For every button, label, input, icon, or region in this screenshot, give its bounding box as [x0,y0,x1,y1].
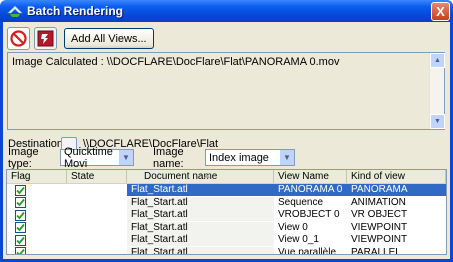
toolbar: Add All Views... [7,27,154,50]
table-row[interactable]: Flat_Start.atl View 0 VIEWPOINT [7,221,446,235]
scroll-down-icon[interactable]: ▼ [430,114,445,129]
batch-rendering-window: Batch Rendering X Add All Views... Image [0,0,453,262]
view-name-cell: PANORAMA 0 [274,184,347,197]
document-cell: Flat_Start.atl [127,246,274,254]
image-name-value: Index image [209,151,269,164]
render-log[interactable]: Image Calculated : \\DOCFLARE\DocFlare\F… [7,52,445,130]
kind-cell: ANIMATION [351,196,406,208]
view-name-cell: View 0_1 [278,234,319,246]
image-name-select[interactable]: Index image ▼ [205,149,295,166]
document-cell: Flat_Start.atl [127,196,274,209]
flag-checkbox[interactable] [15,197,26,209]
render-icon [37,30,54,47]
flag-cell [7,209,67,221]
stop-icon [10,30,27,47]
flag-checkbox[interactable] [15,184,26,196]
checkmark-icon [16,236,25,245]
view-name-cell: Sequence [278,196,324,208]
document-cell: Flat_Start.atl [127,209,274,222]
flag-cell [7,247,67,254]
log-text: Image Calculated : \\DOCFLARE\DocFlare\F… [12,56,340,68]
table-row[interactable]: Flat_Start.atl Vue parallèle PARALLEL [7,246,446,255]
column-header-state[interactable]: State [67,170,127,183]
kind-cell: PANORAMA [347,184,446,197]
table-header: Flag State Document name View Name Kind … [7,170,446,184]
flag-cell [7,222,67,234]
image-options-row: Image type: Quicktime Movi ▼ Image name:… [8,146,295,170]
checkmark-icon [16,199,25,207]
scroll-up-icon[interactable]: ▲ [430,53,445,68]
close-button[interactable]: X [431,1,450,21]
checkmark-icon [16,249,25,254]
flag-cell [7,184,67,196]
document-cell: Flat_Start.atl [127,221,274,234]
image-type-label: Image type: [8,145,39,170]
view-name-cell: View 0 [278,221,308,233]
chevron-down-icon[interactable]: ▼ [118,150,133,165]
document-cell: Flat_Start.atl [127,184,274,197]
table-row[interactable]: Flat_Start.atl PANORAMA 0 PANORAMA [7,184,446,197]
view-name-cell: Vue parallèle [278,246,337,255]
checkmark-icon [16,211,25,220]
render-button[interactable] [34,27,57,50]
title-bar[interactable]: Batch Rendering X [0,0,453,22]
document-cell: Flat_Start.atl [127,234,274,247]
sort-ascending-icon [204,174,210,178]
checkmark-icon [16,224,25,232]
column-header-kind[interactable]: Kind of view [347,170,446,183]
column-header-view[interactable]: View Name [274,170,347,183]
flag-checkbox[interactable] [15,234,26,246]
kind-cell: PARALLEL [351,246,401,255]
image-name-label: Image name: [153,145,184,170]
kind-cell: VIEWPOINT [351,221,408,233]
flag-checkbox[interactable] [15,247,26,254]
flag-cell [7,197,67,209]
view-name-cell: VROBJECT 0 [278,209,340,221]
dialog-body: Add All Views... Image Calculated : \\DO… [3,22,450,259]
stop-button[interactable] [7,27,30,50]
kind-cell: VIEWPOINT [351,234,408,246]
add-all-views-button[interactable]: Add All Views... [64,28,154,49]
flag-checkbox[interactable] [15,209,26,221]
table-body: Flat_Start.atl PANORAMA 0 PANORAMA Flat_Sta… [7,184,446,255]
app-icon [7,5,23,17]
table-row[interactable]: Flat_Start.atl Sequence ANIMATION [7,196,446,210]
log-scrollbar[interactable]: ▲ ▼ [429,53,445,129]
table-row[interactable]: Flat_Start.atl VROBJECT 0 VR OBJECT [7,209,446,222]
column-header-flag[interactable]: Flag [7,170,67,183]
chevron-down-icon[interactable]: ▼ [279,150,294,165]
flag-checkbox[interactable] [15,222,26,234]
kind-cell: VR OBJECT [351,209,408,221]
views-table[interactable]: Flag State Document name View Name Kind … [6,169,447,255]
image-type-select[interactable]: Quicktime Movi ▼ [60,146,134,170]
close-icon: X [436,3,445,19]
table-row[interactable]: Flat_Start.atl View 0_1 VIEWPOINT [7,234,446,247]
column-header-document[interactable]: Document name [127,170,274,183]
flag-cell [7,234,67,246]
window-title: Batch Rendering [27,4,124,18]
checkmark-icon [16,186,25,195]
